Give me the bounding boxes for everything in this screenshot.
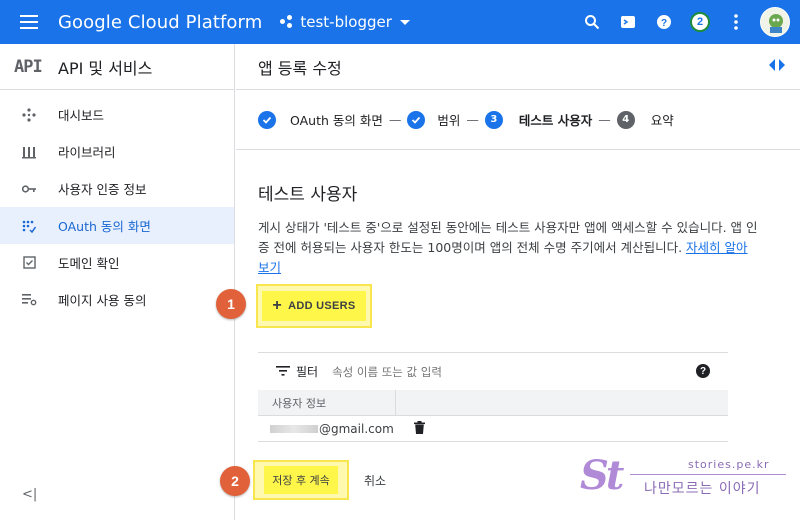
- step-label: OAuth 동의 화면: [290, 113, 383, 128]
- step-separator: —: [388, 112, 402, 127]
- save-highlight: 저장 후 계속: [253, 460, 349, 500]
- redacted-email-name: [270, 425, 318, 433]
- user-email: @gmail.com: [258, 422, 396, 436]
- step-label: 범위: [437, 113, 461, 128]
- notifications-button[interactable]: 2: [682, 0, 718, 44]
- settings-list-icon: [0, 293, 58, 306]
- notification-count: 2: [690, 12, 710, 32]
- callout-marker-2: 2: [220, 466, 250, 496]
- sidebar-item-library[interactable]: 라이브러리: [0, 133, 234, 170]
- watermark-logo: St: [580, 452, 624, 499]
- sidebar-item-page-usage-agreement[interactable]: 페이지 사용 동의: [0, 281, 234, 318]
- svg-text:?: ?: [661, 18, 667, 29]
- sidebar-item-label: 페이지 사용 동의: [58, 293, 147, 308]
- page-title: 앱 등록 수정: [236, 44, 800, 90]
- project-icon: [280, 15, 294, 29]
- project-name: test-blogger: [300, 13, 392, 31]
- sidebar-item-label: OAuth 동의 화면: [58, 219, 151, 234]
- add-users-label: ADD USERS: [288, 300, 356, 312]
- filter-icon[interactable]: [276, 363, 290, 381]
- check-circle-icon: [407, 110, 426, 129]
- oauth-icon: [0, 219, 58, 233]
- section-title: 테스트 사용자: [258, 185, 358, 205]
- step-number: 3: [484, 110, 503, 129]
- step-label: 요약: [650, 113, 674, 128]
- filter-label: 필터: [296, 365, 319, 379]
- sidebar-item-dashboard[interactable]: 대시보드: [0, 96, 234, 133]
- step-number: 4: [616, 110, 635, 129]
- cancel-button[interactable]: 취소: [364, 472, 386, 489]
- filter-input[interactable]: [332, 364, 633, 379]
- collapse-sidebar-button[interactable]: <|: [22, 487, 37, 502]
- help-icon[interactable]: ?: [646, 0, 682, 44]
- add-users-highlight: + ADD USERS: [256, 284, 372, 328]
- step-oauth-consent[interactable]: OAuth 동의 화면: [258, 110, 383, 129]
- sidebar-item-credentials[interactable]: 사용자 인증 정보: [0, 170, 234, 207]
- callout-marker-1: 1: [216, 289, 246, 319]
- check-circle-icon: [258, 110, 276, 129]
- sidebar-item-label: 도메인 확인: [58, 256, 120, 271]
- section-description: 게시 상태가 '테스트 중'으로 설정된 동안에는 테스트 사용자만 앱에 액세…: [258, 218, 758, 278]
- project-selector[interactable]: test-blogger: [280, 13, 410, 31]
- test-users-table: 사용자 정보 @gmail.com: [258, 389, 728, 442]
- chevron-down-icon: [399, 19, 410, 25]
- step-test-users[interactable]: 3 테스트 사용자: [484, 110, 593, 129]
- sidebar-item-label: 라이브러리: [58, 145, 116, 160]
- sidebar: API API 및 서비스 대시보드 라이브러리 사용자 인증 정보 OAuth…: [0, 44, 235, 520]
- email-domain: @gmail.com: [319, 421, 394, 436]
- save-and-continue-button[interactable]: 저장 후 계속: [264, 466, 338, 494]
- api-logo: API: [14, 56, 43, 77]
- avatar[interactable]: [760, 7, 790, 37]
- watermark-url: stories.pe.kr: [688, 458, 770, 471]
- description-text: 게시 상태가 '테스트 중'으로 설정된 동안에는 테스트 사용자만 앱에 액세…: [258, 220, 758, 255]
- table-row: @gmail.com: [258, 416, 728, 442]
- cloud-shell-icon[interactable]: [610, 0, 646, 44]
- add-users-button[interactable]: + ADD USERS: [262, 291, 366, 321]
- watermark-tagline: 나만모르는 이야기: [644, 481, 761, 497]
- sidebar-item-domain-verification[interactable]: 도메인 확인: [0, 244, 234, 281]
- main-content: 앱 등록 수정 OAuth 동의 화면 — 범위 — 3 테스트 사용자 — 4…: [236, 44, 800, 520]
- menu-icon[interactable]: [0, 0, 58, 44]
- top-app-bar: Google Cloud Platform test-blogger ? 2: [0, 0, 800, 44]
- library-icon: [0, 145, 58, 159]
- domain-check-icon: [0, 256, 58, 269]
- more-vert-icon[interactable]: [718, 0, 754, 44]
- watermark: St stories.pe.kr 나만모르는 이야기: [580, 452, 790, 508]
- step-summary[interactable]: 4 요약: [616, 110, 674, 129]
- key-icon: [0, 184, 58, 194]
- sidebar-item-label: 사용자 인증 정보: [58, 182, 147, 197]
- dashboard-icon: [0, 107, 58, 122]
- filter-bar: 필터 ?: [258, 352, 728, 390]
- search-icon[interactable]: [574, 0, 610, 44]
- sidebar-item-oauth-consent[interactable]: OAuth 동의 화면: [0, 207, 234, 244]
- delete-icon[interactable]: [414, 420, 425, 437]
- step-scopes[interactable]: 범위: [407, 110, 460, 129]
- step-label: 테스트 사용자: [518, 113, 593, 128]
- table-header: 사용자 정보: [258, 389, 728, 416]
- sidebar-item-label: 대시보드: [58, 108, 105, 123]
- help-circle-icon[interactable]: ?: [696, 364, 710, 378]
- column-header-user-info: 사용자 정보: [258, 389, 396, 416]
- step-separator: —: [466, 112, 479, 127]
- step-separator: —: [598, 112, 611, 127]
- sidebar-header: API API 및 서비스: [0, 44, 234, 90]
- watermark-divider: [630, 474, 786, 475]
- toggle-panel-icon[interactable]: [768, 58, 786, 77]
- sidebar-title: API 및 서비스: [58, 58, 153, 78]
- add-icon: +: [272, 297, 283, 314]
- stepper: OAuth 동의 화면 — 범위 — 3 테스트 사용자 — 4 요약: [236, 90, 800, 150]
- platform-brand[interactable]: Google Cloud Platform: [58, 12, 262, 33]
